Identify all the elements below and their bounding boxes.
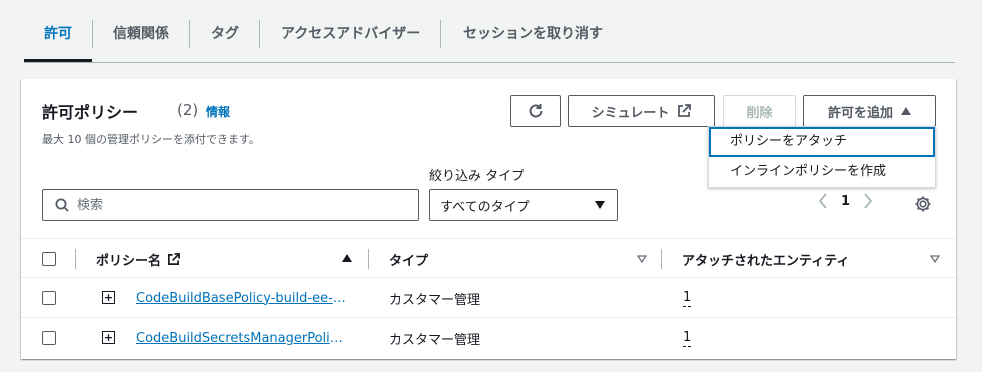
- table-row: + CodeBuildSecretsManagerPolic... カスタマー管…: [21, 318, 956, 358]
- simulate-button[interactable]: シミュレート: [568, 95, 715, 127]
- menu-item-attach-policies[interactable]: ポリシーをアタッチ: [709, 127, 935, 157]
- expand-row-icon[interactable]: +: [102, 291, 115, 304]
- policy-name-link[interactable]: CodeBuildBasePolicy-build-ee-i...: [136, 291, 347, 306]
- sort-ascending-icon[interactable]: [342, 254, 352, 262]
- tab-divider: [440, 20, 441, 48]
- search-icon: [55, 198, 69, 212]
- add-permissions-label: 許可を追加: [827, 105, 893, 121]
- tab-tags[interactable]: タグ: [211, 20, 239, 48]
- info-link[interactable]: 情報: [206, 103, 230, 120]
- tab-divider: [92, 20, 93, 48]
- row-checkbox[interactable]: [42, 331, 56, 345]
- column-divider: [661, 249, 662, 269]
- external-link-icon: [168, 252, 180, 265]
- search-box: [42, 189, 419, 221]
- type-filter-select[interactable]: すべてのタイプ: [429, 189, 618, 221]
- external-link-icon: [678, 104, 692, 117]
- filter-type-label: 絞り込み タイプ: [429, 169, 525, 184]
- table-header: ポリシー名 タイプ アタッチされたエンティティ: [21, 238, 956, 278]
- tab-divider: [189, 20, 190, 48]
- gear-icon[interactable]: [914, 195, 932, 213]
- column-header-policy-name[interactable]: ポリシー名: [96, 239, 180, 279]
- expand-row-icon[interactable]: +: [102, 331, 115, 344]
- panel-description: 最大 10 個の管理ポリシーを添付できます。: [42, 133, 260, 146]
- table-row: + CodeBuildBasePolicy-build-ee-i... カスタマ…: [21, 278, 956, 318]
- current-page[interactable]: 1: [841, 194, 850, 209]
- pagination: 1: [818, 193, 873, 209]
- policy-name-link[interactable]: CodeBuildSecretsManagerPolic...: [136, 331, 347, 346]
- sort-caret-icon[interactable]: [637, 255, 647, 263]
- policy-count: (2): [177, 101, 199, 119]
- caret-up-icon: [901, 107, 911, 115]
- active-tab-indicator: [24, 59, 92, 62]
- tab-revoke-sessions[interactable]: セッションを取り消す: [463, 20, 603, 48]
- refresh-button[interactable]: [510, 95, 561, 127]
- policy-type: カスタマー管理: [389, 292, 481, 308]
- simulate-label: シミュレート: [591, 105, 670, 121]
- menu-item-create-inline-policy[interactable]: インラインポリシーを作成: [709, 157, 935, 187]
- delete-button[interactable]: 削除: [723, 95, 796, 127]
- attached-entities-count[interactable]: 1: [683, 290, 692, 307]
- tab-permissions[interactable]: 許可: [44, 20, 72, 48]
- tab-bar: 許可 信頼関係 タグ アクセスアドバイザー セッションを取り消す: [24, 0, 955, 63]
- add-permissions-menu: ポリシーをアタッチ インラインポリシーを作成: [708, 126, 936, 188]
- search-input[interactable]: [77, 197, 397, 213]
- chevron-left-icon[interactable]: [818, 193, 828, 209]
- column-divider: [75, 249, 76, 269]
- permissions-policies-panel: 許可ポリシー (2) 情報 最大 10 個の管理ポリシーを添付できます。 シミュ…: [21, 79, 956, 359]
- column-header-type[interactable]: タイプ: [389, 239, 428, 279]
- row-checkbox[interactable]: [42, 291, 56, 305]
- attached-entities-count[interactable]: 1: [683, 330, 692, 347]
- panel-title: 許可ポリシー: [42, 103, 139, 122]
- caret-down-icon: [595, 201, 605, 209]
- sort-caret-icon[interactable]: [930, 255, 940, 263]
- tab-access-advisor[interactable]: アクセスアドバイザー: [281, 20, 420, 48]
- select-all-checkbox[interactable]: [42, 252, 56, 266]
- column-divider: [368, 249, 369, 269]
- delete-label: 削除: [746, 105, 773, 121]
- tab-trust-relationships[interactable]: 信頼関係: [113, 20, 169, 48]
- add-permissions-button[interactable]: 許可を追加: [803, 95, 936, 127]
- column-header-attached-entities[interactable]: アタッチされたエンティティ: [682, 239, 849, 279]
- type-filter-value: すべてのタイプ: [440, 199, 530, 215]
- tab-divider: [259, 20, 260, 48]
- chevron-right-icon[interactable]: [863, 193, 873, 209]
- policy-type: カスタマー管理: [389, 332, 481, 348]
- refresh-icon: [529, 104, 542, 118]
